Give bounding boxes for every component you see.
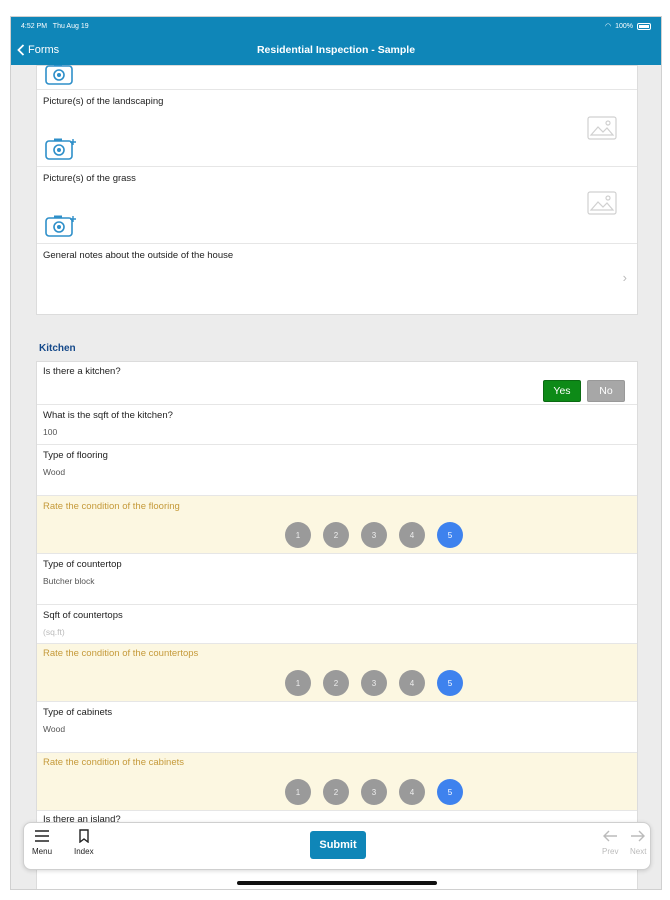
device-frame: 4:52 PM Thu Aug 19 ◠ 100% Forms Resident… (10, 16, 662, 890)
arrow-right-icon (631, 830, 646, 842)
rating-countertops: 12345 (285, 670, 463, 696)
rate-cabinets-field: Rate the condition of the cabinets 12345 (37, 753, 637, 811)
grass-photo-field: Picture(s) of the grass (37, 167, 637, 244)
battery-icon (637, 22, 651, 30)
status-left: 4:52 PM Thu Aug 19 (21, 23, 89, 30)
rating-option-1[interactable]: 1 (285, 670, 311, 696)
back-button-label: Forms (28, 44, 60, 56)
countertop-value[interactable]: Butcher block (43, 576, 95, 586)
page-title: Residential Inspection - Sample (256, 44, 416, 56)
kitchen-card: Is there a kitchen? Yes No What is the s… (36, 361, 638, 889)
back-button[interactable]: Forms (17, 35, 59, 65)
bookmark-icon (79, 829, 89, 843)
outside-notes-field[interactable]: General notes about the outside of the h… (37, 244, 637, 316)
prev-label: Prev (602, 847, 619, 856)
countertop-sqft-label: Sqft of countertops (43, 610, 123, 621)
prev-button[interactable]: Prev (602, 829, 618, 856)
grass-label: Picture(s) of the grass (43, 173, 136, 184)
no-button[interactable]: No (587, 380, 625, 402)
status-date: Thu Aug 19 (52, 22, 89, 30)
wifi-icon: ◠ (604, 23, 612, 30)
landscaping-photo-field: Picture(s) of the landscaping (37, 90, 637, 167)
camera-add-icon[interactable] (45, 65, 77, 86)
form-content[interactable]: Picture(s) of the landscaping Picture(s)… (11, 65, 661, 889)
has-kitchen-label: Is there a kitchen? (43, 366, 121, 377)
cabinets-field[interactable]: Type of cabinets Wood (37, 702, 637, 753)
countertop-sqft-input[interactable]: (sq.ft) (43, 627, 65, 637)
flooring-field[interactable]: Type of flooring Wood (37, 445, 637, 496)
image-placeholder-icon (587, 116, 617, 140)
section-title-kitchen: Kitchen (39, 343, 76, 354)
rating-option-5[interactable]: 5 (437, 522, 463, 548)
camera-add-icon[interactable] (45, 214, 77, 238)
rating-option-4[interactable]: 4 (399, 670, 425, 696)
rating-flooring: 12345 (285, 522, 463, 548)
index-label: Index (74, 847, 94, 856)
rating-cabinets: 12345 (285, 779, 463, 805)
camera-add-icon[interactable] (45, 137, 77, 161)
chevron-right-icon: › (622, 270, 627, 285)
chevron-left-icon (17, 44, 25, 56)
home-indicator (237, 881, 437, 885)
rating-option-3[interactable]: 3 (361, 670, 387, 696)
kitchen-sqft-field[interactable]: What is the sqft of the kitchen? 100 (37, 405, 637, 445)
rate-flooring-field: Rate the condition of the flooring 12345 (37, 496, 637, 554)
next-label: Next (630, 847, 647, 856)
cabinets-value[interactable]: Wood (43, 724, 65, 734)
rating-option-4[interactable]: 4 (399, 779, 425, 805)
hamburger-menu-icon (35, 830, 49, 842)
countertop-field[interactable]: Type of countertop Butcher block (37, 554, 637, 605)
submit-button[interactable]: Submit (310, 831, 366, 859)
rating-option-5[interactable]: 5 (437, 670, 463, 696)
countertop-sqft-field[interactable]: Sqft of countertops (sq.ft) (37, 605, 637, 644)
rate-cabinets-label: Rate the condition of the cabinets (43, 757, 185, 768)
image-placeholder-icon (587, 191, 617, 215)
status-bar: 4:52 PM Thu Aug 19 ◠ 100% (11, 17, 661, 35)
yes-no-toggle: Yes No (543, 380, 625, 402)
rating-option-1[interactable]: 1 (285, 522, 311, 548)
rating-option-1[interactable]: 1 (285, 779, 311, 805)
index-button[interactable]: Index (74, 829, 94, 856)
rating-option-2[interactable]: 2 (323, 779, 349, 805)
yes-button[interactable]: Yes (543, 380, 581, 402)
kitchen-sqft-value[interactable]: 100 (43, 427, 57, 437)
flooring-label: Type of flooring (43, 450, 108, 461)
rating-option-2[interactable]: 2 (323, 522, 349, 548)
has-kitchen-field: Is there a kitchen? Yes No (37, 362, 637, 405)
menu-label: Menu (32, 847, 53, 856)
rating-option-3[interactable]: 3 (361, 779, 387, 805)
rate-countertops-field: Rate the condition of the countertops 12… (37, 644, 637, 702)
arrow-left-icon (603, 830, 618, 842)
outside-card: Picture(s) of the landscaping Picture(s)… (36, 65, 638, 315)
rating-option-5[interactable]: 5 (437, 779, 463, 805)
kitchen-sqft-label: What is the sqft of the kitchen? (43, 410, 173, 421)
menu-button[interactable]: Menu (32, 829, 52, 856)
navigation-bar: Forms Residential Inspection - Sample (11, 35, 661, 65)
battery-percent: 100% (615, 22, 633, 30)
cabinets-label: Type of cabinets (43, 707, 113, 718)
flooring-value[interactable]: Wood (43, 467, 65, 477)
status-right: ◠ 100% (605, 22, 651, 30)
rate-countertops-label: Rate the condition of the countertops (43, 648, 199, 659)
landscaping-label: Picture(s) of the landscaping (43, 96, 164, 107)
status-time: 4:52 PM (21, 22, 48, 30)
countertop-label: Type of countertop (43, 559, 122, 570)
rating-option-2[interactable]: 2 (323, 670, 349, 696)
next-button[interactable]: Next (630, 829, 646, 856)
rating-option-3[interactable]: 3 (361, 522, 387, 548)
rating-option-4[interactable]: 4 (399, 522, 425, 548)
outside-notes-label: General notes about the outside of the h… (43, 250, 234, 261)
previous-photo-field (37, 65, 637, 90)
bottom-toolbar: Menu Index Submit Prev Next (23, 822, 651, 870)
rate-flooring-label: Rate the condition of the flooring (43, 501, 180, 512)
